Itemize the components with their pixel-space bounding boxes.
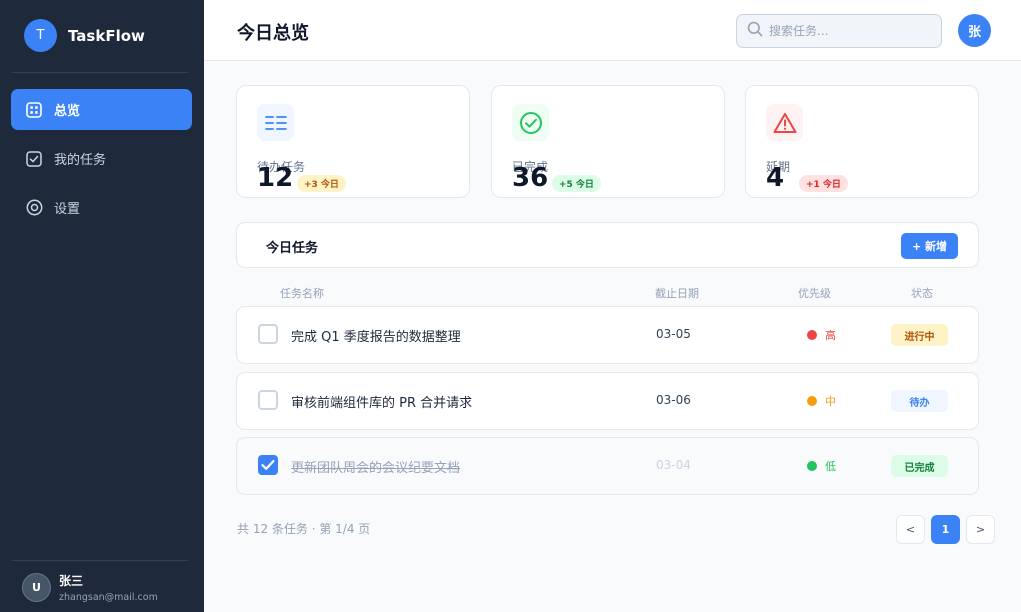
page-button-current[interactable]: 1 (931, 515, 960, 544)
avatar[interactable]: 张 (958, 14, 991, 47)
next-page-button[interactable]: > (966, 515, 995, 544)
status-badge: 进行中 (891, 324, 948, 346)
page-title: 今日总览 (237, 23, 309, 44)
column-header-name[interactable]: 任务名称 (280, 285, 324, 301)
check-circle-icon (512, 104, 549, 141)
stat-badge: +3 今日 (297, 175, 346, 192)
dashboard-icon (25, 101, 43, 119)
prev-page-button[interactable]: < (896, 515, 925, 544)
priority-label: 高 (825, 329, 836, 342)
task-priority: 中 (807, 393, 836, 409)
stat-badge: +5 今日 (552, 175, 601, 192)
user-email: zhangsan@mail.com (59, 592, 158, 603)
task-checkbox[interactable] (258, 390, 278, 410)
search-input[interactable] (769, 24, 929, 38)
task-due-date: 03-04 (656, 458, 691, 472)
user-profile[interactable]: U 张三 zhangsan@mail.com (22, 572, 158, 603)
user-info: 张三 zhangsan@mail.com (59, 572, 158, 603)
sidebar-nav: 总览 我的任务 设置 (11, 89, 192, 236)
search-box[interactable] (736, 14, 942, 48)
sidebar-item-label: 总览 (54, 104, 81, 119)
stat-badge: +1 今日 (799, 175, 848, 192)
sidebar-item-my-tasks[interactable]: 我的任务 (11, 138, 192, 179)
brand[interactable]: T TaskFlow (24, 19, 145, 52)
sidebar-divider (12, 72, 188, 73)
pagination-summary: 共 12 条任务 · 第 1/4 页 (237, 522, 371, 536)
task-due-date: 03-05 (656, 327, 691, 341)
sidebar-item-settings[interactable]: 设置 (11, 187, 192, 228)
sidebar-item-label: 设置 (54, 202, 81, 217)
checkbox-icon (25, 150, 43, 168)
avatar: U (22, 573, 51, 602)
priority-label: 中 (825, 395, 836, 408)
task-priority: 高 (807, 327, 836, 343)
task-name: 更新团队周会的会议纪要文档 (291, 461, 461, 476)
sidebar-item-overview[interactable]: 总览 (11, 89, 192, 130)
user-name: 张三 (59, 574, 84, 588)
sidebar-item-label: 我的任务 (54, 153, 107, 168)
brand-logo: T (24, 19, 57, 52)
stat-card-overdue: 延期 4 +1 今日 (745, 85, 979, 198)
top-header: 今日总览 张 (204, 0, 1021, 61)
task-checkbox[interactable] (258, 455, 278, 475)
column-header-priority[interactable]: 优先级 (798, 285, 831, 301)
status-badge: 已完成 (891, 455, 948, 477)
warning-icon (766, 104, 803, 141)
stat-value: 36 (512, 163, 549, 193)
status-badge: 待办 (891, 390, 948, 412)
search-icon (747, 21, 763, 41)
sidebar-divider (12, 560, 188, 561)
priority-dot-icon (807, 330, 817, 340)
priority-label: 低 (825, 460, 836, 473)
task-name: 审核前端组件库的 PR 合并请求 (291, 396, 473, 411)
task-panel-title: 今日任务 (266, 241, 319, 256)
stat-card-completed: 已完成 36 +5 今日 (491, 85, 725, 198)
stat-value: 4 (766, 163, 785, 193)
table-row[interactable]: 审核前端组件库的 PR 合并请求 03-06 中 待办 (236, 372, 979, 430)
stat-value: 12 (257, 163, 294, 193)
add-task-button[interactable]: + 新增 (901, 233, 958, 259)
task-checkbox[interactable] (258, 324, 278, 344)
task-priority: 低 (807, 458, 836, 474)
task-due-date: 03-06 (656, 393, 691, 407)
checkmark-icon (261, 459, 275, 470)
priority-dot-icon (807, 461, 817, 471)
settings-icon (25, 199, 43, 217)
table-row[interactable]: 更新团队周会的会议纪要文档 03-04 低 已完成 (236, 437, 979, 495)
brand-name: TaskFlow (68, 26, 145, 45)
column-header-status[interactable]: 状态 (911, 285, 933, 301)
task-name: 完成 Q1 季度报告的数据整理 (291, 330, 461, 345)
priority-dot-icon (807, 396, 817, 406)
table-row[interactable]: 完成 Q1 季度报告的数据整理 03-05 高 进行中 (236, 306, 979, 364)
column-header-due[interactable]: 截止日期 (655, 285, 699, 301)
task-panel-header: 今日任务 + 新增 (236, 222, 979, 268)
sidebar: T TaskFlow 总览 我的任务 设置 U 张三 zhangsan@mail… (0, 0, 204, 612)
stat-card-pending: 待办任务 12 +3 今日 (236, 85, 470, 198)
list-icon (257, 104, 294, 141)
